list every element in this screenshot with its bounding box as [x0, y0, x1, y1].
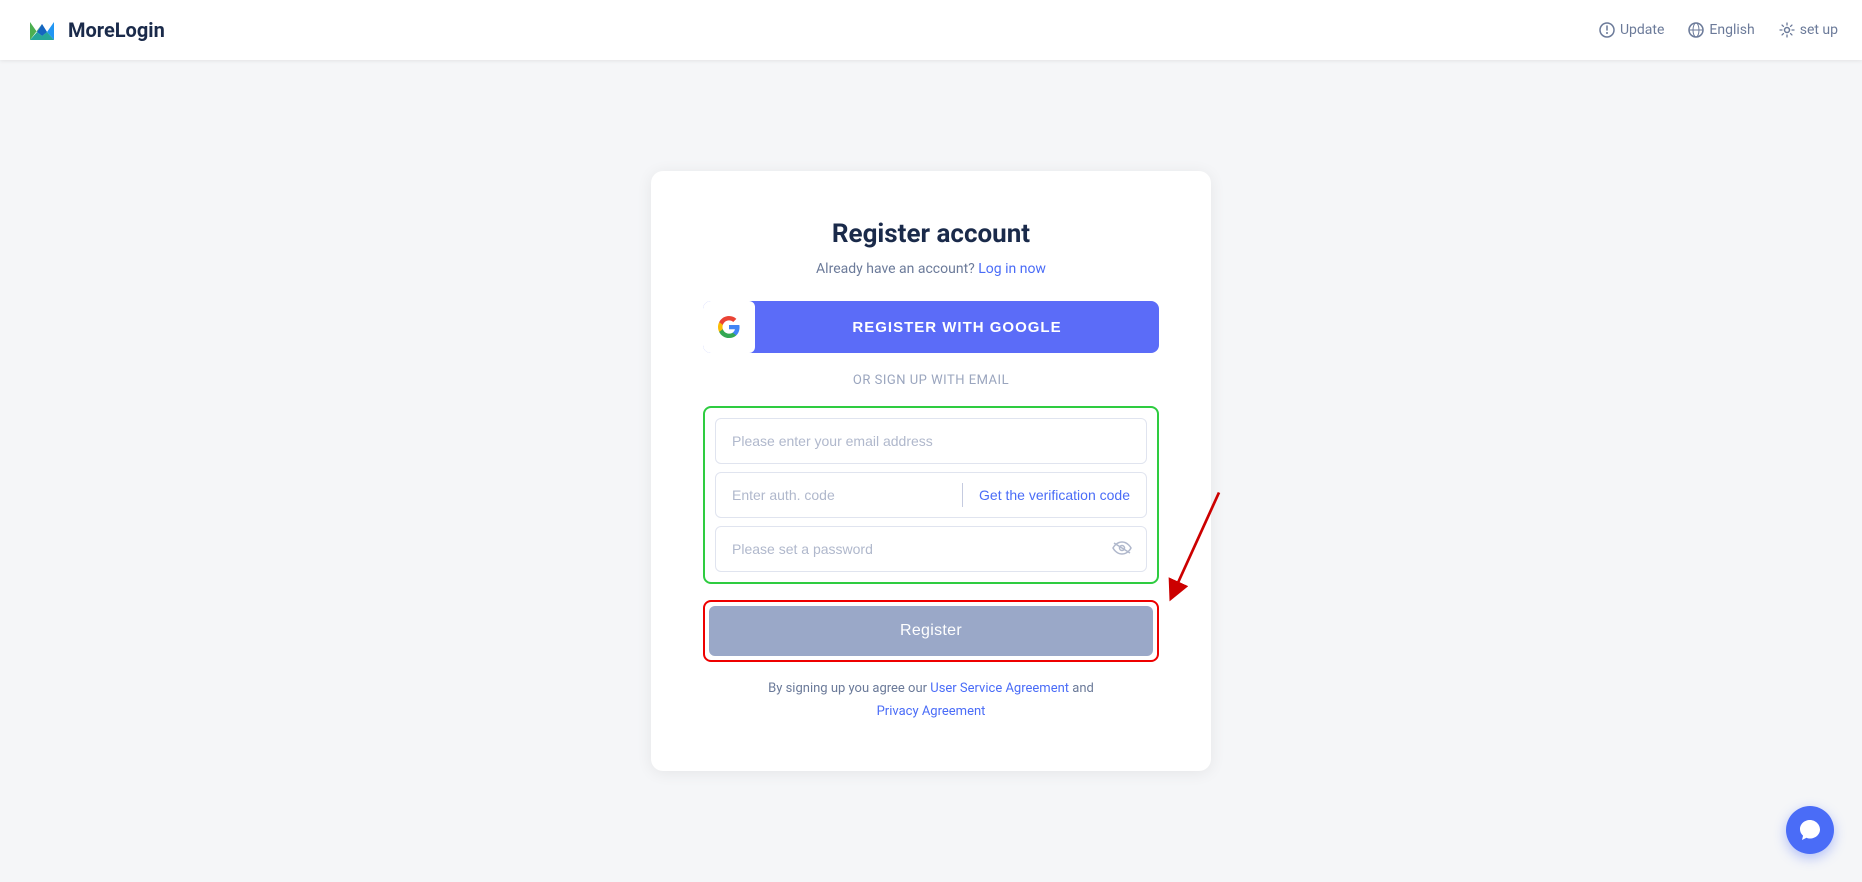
logo-icon	[24, 12, 60, 48]
register-button[interactable]: Register	[709, 606, 1153, 656]
language-label: English	[1709, 22, 1754, 38]
email-form-group: Get the verification code	[703, 406, 1159, 584]
eye-icon[interactable]	[1098, 539, 1146, 560]
google-btn-label: REGISTER WITH GOOGLE	[755, 319, 1159, 336]
globe-icon	[1688, 22, 1704, 38]
email-input[interactable]	[715, 418, 1147, 464]
get-verification-code-button[interactable]: Get the verification code	[963, 487, 1146, 503]
terms-text: By signing up you agree our User Service…	[703, 678, 1159, 722]
google-register-button[interactable]: REGISTER WITH GOOGLE	[703, 301, 1159, 353]
gear-icon	[1779, 22, 1795, 38]
auth-code-input[interactable]	[716, 473, 962, 517]
top-right-actions: Update English set up	[1599, 22, 1838, 38]
main-content: Register account Already have an account…	[0, 60, 1862, 882]
language-button[interactable]: English	[1688, 22, 1754, 38]
chat-bubble-button[interactable]	[1786, 806, 1834, 854]
login-prompt: Already have an account? Log in now	[703, 261, 1159, 277]
auth-code-row: Get the verification code	[715, 472, 1147, 518]
password-row	[715, 526, 1147, 572]
logo-text: MoreLogin	[68, 18, 165, 42]
page-title: Register account	[703, 219, 1159, 249]
logo[interactable]: MoreLogin	[24, 12, 165, 48]
email-divider: OR SIGN UP WITH EMAIL	[703, 373, 1159, 388]
register-btn-wrapper: Register	[703, 600, 1159, 662]
user-service-agreement-link[interactable]: User Service Agreement	[930, 681, 1069, 696]
update-icon	[1599, 22, 1615, 38]
login-link[interactable]: Log in now	[978, 261, 1046, 277]
setup-label: set up	[1800, 22, 1838, 38]
password-input[interactable]	[716, 527, 1098, 571]
register-card: Register account Already have an account…	[651, 171, 1211, 770]
update-button[interactable]: Update	[1599, 22, 1664, 38]
chat-icon	[1798, 818, 1822, 842]
google-icon	[703, 301, 755, 353]
update-label: Update	[1620, 22, 1664, 38]
top-bar: MoreLogin Update English set up	[0, 0, 1862, 60]
annotation-arrow	[1147, 472, 1237, 612]
privacy-agreement-link[interactable]: Privacy Agreement	[877, 704, 986, 719]
setup-button[interactable]: set up	[1779, 22, 1838, 38]
